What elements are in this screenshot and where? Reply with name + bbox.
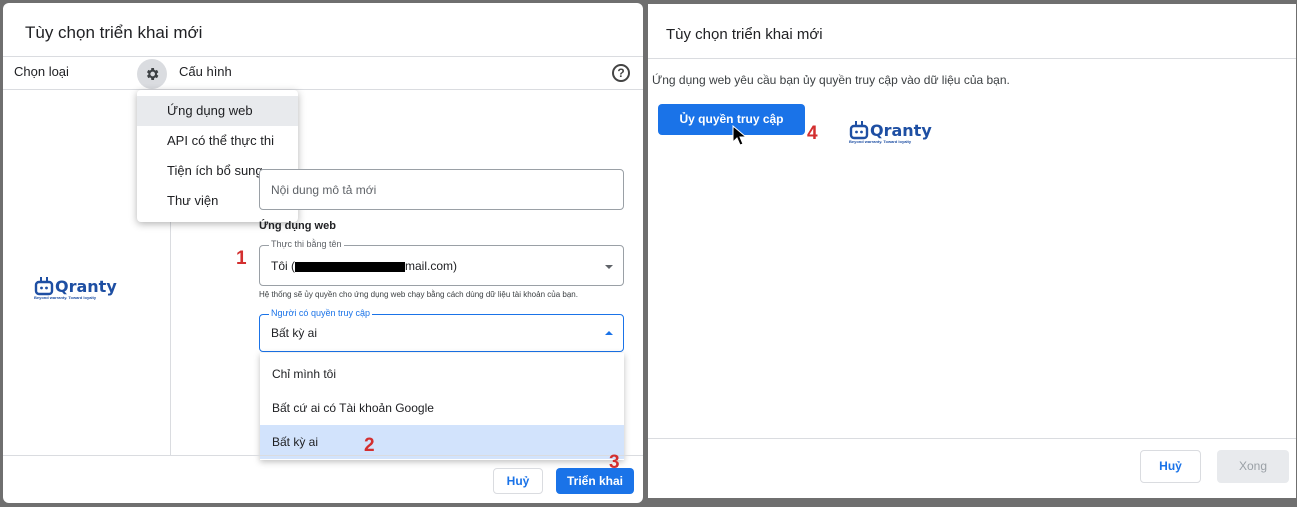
step-number-2: 2 <box>364 435 375 456</box>
menu-item-api-executable[interactable]: API có thể thực thi <box>137 126 298 156</box>
menu-item-web-app[interactable]: Ứng dụng web <box>137 96 298 126</box>
tab-select-type[interactable]: Chọn loại <box>14 64 69 79</box>
execute-as-select[interactable]: Thực thi bằng tên Tôi (mail.com) <box>259 239 624 286</box>
done-button[interactable]: Xong <box>1217 450 1289 483</box>
logo-icon: Qranty Beyond warranty. Toward loyalty <box>34 276 117 301</box>
logo-tagline: Beyond warranty. Toward loyalty <box>34 295 97 300</box>
step-number-1: 1 <box>236 248 247 269</box>
tab-configuration[interactable]: Cấu hình <box>179 64 232 79</box>
option-any-google-account[interactable]: Bất cứ ai có Tài khoản Google <box>260 391 624 425</box>
left-deployment-dialog: Tùy chọn triển khai mới Chọn loại Cấu hì… <box>3 3 643 503</box>
deploy-button[interactable]: Triển khai <box>556 468 634 494</box>
logo-tagline: Beyond warranty. Toward loyalty <box>849 139 912 144</box>
cursor-icon <box>732 124 748 152</box>
description-input[interactable]: Nội dung mô tả mới <box>259 169 624 210</box>
execute-as-value: Tôi (mail.com) <box>271 259 458 273</box>
step-number-3: 3 <box>609 452 620 473</box>
logo-name: Qranty <box>55 276 117 296</box>
execute-as-label: Thực thi bằng tên <box>269 239 344 249</box>
cancel-button[interactable]: Huỷ <box>1140 450 1201 483</box>
description-placeholder: Nội dung mô tả mới <box>271 183 377 197</box>
logo-name: Qranty <box>870 120 932 140</box>
dialog-title: Tùy chọn triển khai mới <box>666 26 823 43</box>
access-label: Người có quyền truy cập <box>269 308 372 318</box>
section-label: Ứng dụng web <box>259 220 336 232</box>
logo-icon: Qranty Beyond warranty. Toward loyalty <box>849 120 932 145</box>
dropdown-arrow-icon <box>605 265 613 269</box>
authorization-message: Ứng dụng web yêu cầu bạn ủy quyền truy c… <box>652 73 1010 87</box>
dropdown-arrow-icon <box>605 331 613 335</box>
right-authorization-dialog: Tùy chọn triển khai mới Ứng dụng web yêu… <box>648 4 1296 498</box>
access-select[interactable]: Người có quyền truy cập Bất kỳ ai <box>259 308 624 352</box>
access-options-list: Chỉ mình tôi Bất cứ ai có Tài khoản Goog… <box>260 353 624 460</box>
option-only-me[interactable]: Chỉ mình tôi <box>260 357 624 391</box>
step-number-4: 4 <box>807 123 818 144</box>
access-value: Bất kỳ ai <box>271 326 318 340</box>
dialog-title: Tùy chọn triển khai mới <box>25 23 203 42</box>
helper-text: Hệ thống sẽ ủy quyền cho ứng dụng web ch… <box>259 290 578 299</box>
help-icon[interactable]: ? <box>612 64 630 82</box>
option-anyone[interactable]: Bất kỳ ai <box>260 425 624 459</box>
cancel-button[interactable]: Huỷ <box>493 468 543 494</box>
gear-icon[interactable] <box>137 59 167 89</box>
